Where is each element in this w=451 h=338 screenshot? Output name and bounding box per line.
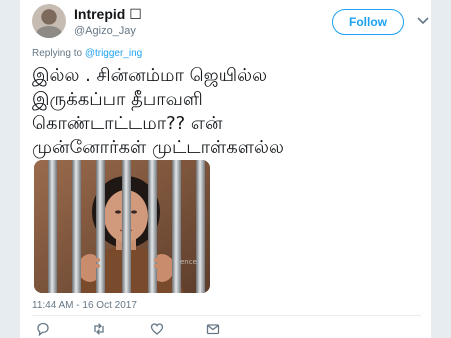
chevron-down-icon[interactable] xyxy=(415,13,431,29)
tweet-line: முன்னோர்கள் முட்டாள்களல்ல xyxy=(32,137,284,158)
avatar-shoulders xyxy=(36,26,62,38)
retweet-icon[interactable] xyxy=(92,322,106,336)
user-handle[interactable]: @Agizo_Jay xyxy=(74,25,136,37)
direct-message-icon[interactable] xyxy=(206,322,220,336)
tweet-line: கொண்டாட்டமா?? என் xyxy=(32,113,223,134)
like-heart-icon[interactable] xyxy=(150,322,164,336)
tweet-header: Intrepid ☐ @Agizo_Jay Follow xyxy=(32,4,429,48)
replying-to-label: Replying to xyxy=(32,48,85,59)
reply-mention-link[interactable]: @trigger_ing xyxy=(85,48,142,59)
person-behind-bars-photo: ence xyxy=(34,160,210,293)
display-name[interactable]: Intrepid ☐ xyxy=(74,6,142,23)
tweet-line: இருக்கப்பா தீபாவளி xyxy=(32,89,203,110)
tweet-line: இல்ல . சின்னம்மா ஜெயில்ல xyxy=(32,65,268,86)
follow-button[interactable]: Follow xyxy=(332,9,404,35)
divider xyxy=(32,315,421,316)
replying-to: Replying to @trigger_ing xyxy=(32,48,142,59)
tweet-actions xyxy=(32,322,232,337)
image-watermark: ence xyxy=(180,258,197,266)
tweet-media-image[interactable]: ence xyxy=(34,160,210,293)
tweet-text: இல்ல . சின்னம்மா ஜெயில்ல இருக்கப்பா தீபா… xyxy=(32,64,424,160)
avatar[interactable] xyxy=(32,4,66,38)
tweet-card: Intrepid ☐ @Agizo_Jay Follow Replying to… xyxy=(20,0,431,338)
tweet-timestamp[interactable]: 11:44 AM - 16 Oct 2017 xyxy=(32,300,137,311)
reply-icon[interactable] xyxy=(36,322,50,337)
